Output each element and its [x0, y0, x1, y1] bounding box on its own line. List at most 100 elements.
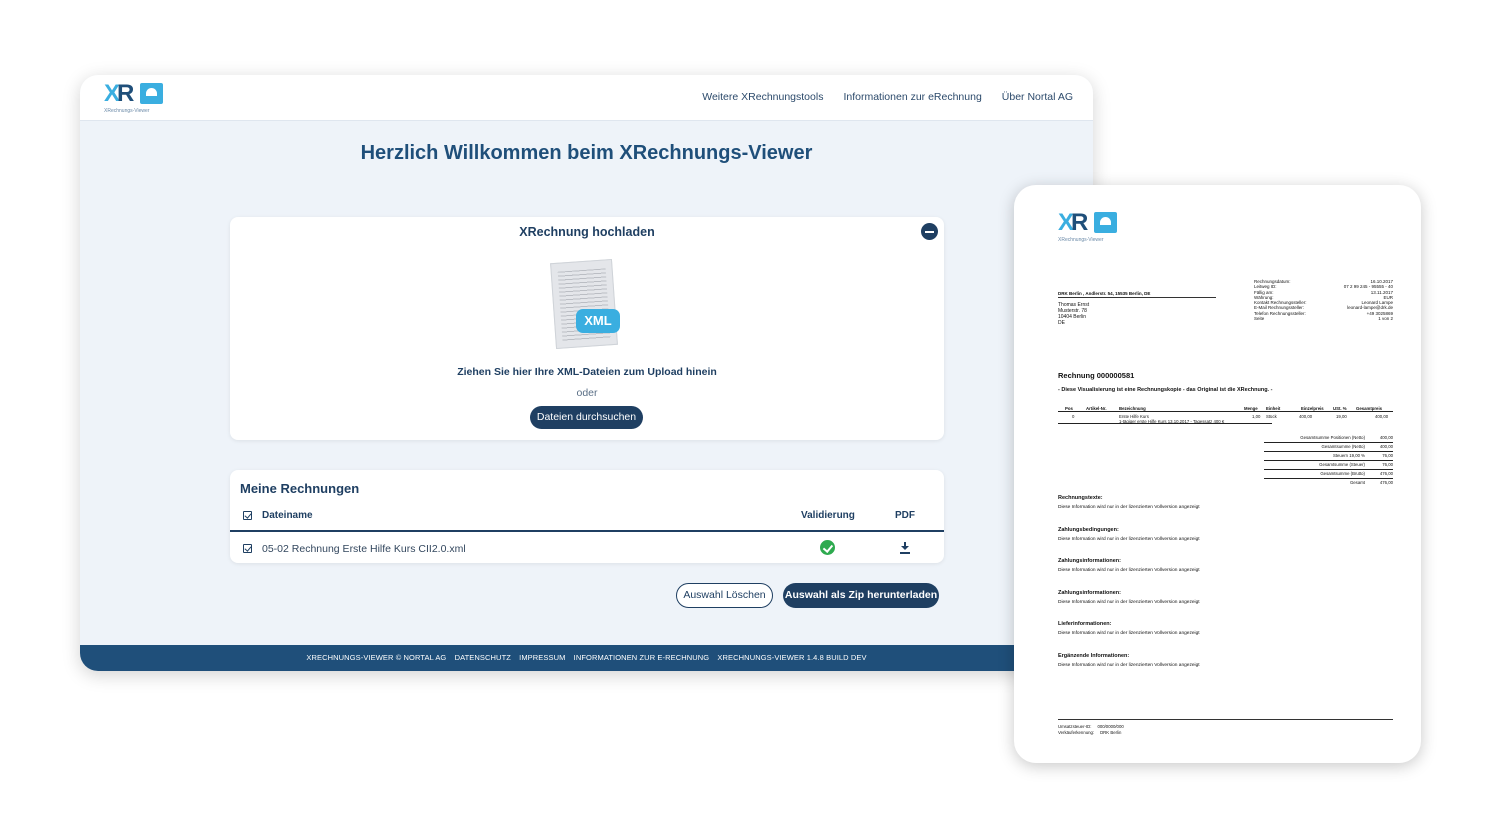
- section-text: Diese Information wird nur in der lizenz…: [1058, 568, 1200, 573]
- section-text: Diese Information wird nur in der lizenz…: [1058, 662, 1200, 668]
- logo-mark: XR: [1058, 209, 1088, 236]
- row-checkbox[interactable]: [243, 544, 252, 553]
- invoice-section: Ergänzende Informationen: Diese Informati…: [1058, 653, 1358, 685]
- col-unit: Einheit: [1266, 405, 1281, 411]
- upload-panel: XRechnung hochladen XML Ziehen Sie hier …: [230, 217, 944, 440]
- total-value: 76,00: [1382, 453, 1393, 458]
- download-zip-button[interactable]: Auswahl als Zip herunterladen: [783, 583, 939, 608]
- browse-files-button[interactable]: Dateien durchsuchen: [530, 406, 643, 429]
- meta-row: Seite 1 von 2: [1254, 316, 1393, 321]
- total-row: Gesamtsumme (Netto) 400,00: [1264, 443, 1393, 452]
- nav-erechnung-info[interactable]: Informationen zur eRechnung: [843, 91, 981, 103]
- top-nav: Weitere XRechnungstools Informationen zu…: [702, 91, 1073, 103]
- item-unit-price: 400,00: [1299, 413, 1313, 419]
- section-heading: Lieferinformationen:: [1058, 621, 1112, 627]
- select-all-checkbox[interactable]: [243, 511, 252, 520]
- invoice-footer: Umsatzsteuer-ID: 000/0000/000 Verkäuferke…: [1058, 719, 1393, 735]
- or-text: oder: [576, 387, 598, 399]
- footer-version: XRECHNUNGS-VIEWER 1.4.8 BUILD DEV: [717, 653, 867, 662]
- total-label: Gesamt: [1349, 480, 1365, 485]
- col-total: Gesamtpreis: [1356, 405, 1383, 411]
- section-text: Diese Information wird nur in der lizenz…: [1058, 599, 1200, 605]
- section-text: Diese Information wird nur in der lizenz…: [1058, 505, 1200, 510]
- app-window: XR XRechnungs-Viewer Weitere XRechnungst…: [80, 75, 1093, 671]
- footer-value: DRK Berlin: [1100, 729, 1122, 735]
- item-total: 400,00: [1375, 413, 1389, 419]
- table-row[interactable]: 05-02 Rechnung Erste Hilfe Kurs CII2.0.x…: [230, 534, 944, 563]
- check-circle-icon: [820, 540, 835, 555]
- section-heading: Zahlungsinformationen:: [1058, 589, 1121, 596]
- total-label: Steuern 19,00 %: [1332, 453, 1365, 458]
- total-row: Steuern 19,00 % 76,00: [1264, 452, 1393, 461]
- header: XR XRechnungs-Viewer Weitere XRechnungst…: [80, 75, 1093, 121]
- footer-erechnung-info[interactable]: INFORMATIONEN ZUR E-RECHNUNG: [574, 653, 710, 662]
- footer: XRECHNUNGS-VIEWER © NORTAL AG DATENSCHUT…: [80, 645, 1093, 671]
- column-filename[interactable]: Dateiname: [262, 510, 313, 521]
- document-page: [550, 258, 618, 350]
- invoice-section: Zahlungsinformationen: Diese Information …: [1058, 590, 1358, 622]
- invoice-section: Rechnungstexte: Diese Information wird nu…: [1058, 495, 1358, 527]
- section-heading: Ergänzende Informationen:: [1058, 652, 1130, 659]
- invoice-totals: Gesamtsumme Positionen (Netto) 400,00 Ges…: [1264, 434, 1393, 488]
- section-heading: Rechnungstexte:: [1058, 495, 1103, 501]
- item-description: Erste Hilfe Kurs: [1119, 413, 1149, 419]
- meta-label: Seite: [1254, 316, 1265, 322]
- total-value: 76,00: [1382, 462, 1393, 467]
- invoice-meta: Rechnungsdatum: 16.10.2017 Leitweg ID: 07 …: [1254, 279, 1393, 321]
- nav-about-nortal[interactable]: Über Nortal AG: [1002, 91, 1073, 103]
- item-description-sub: 1-tägiger erste Hilfe Kurs 13.10.2017 - …: [1119, 419, 1225, 424]
- footer-datenschutz[interactable]: DATENSCHUTZ: [455, 653, 511, 662]
- col-pos: Pos: [1065, 405, 1073, 411]
- footer-row: Verkäuferkennung: DRK Berlin: [1058, 730, 1393, 736]
- invoice-title: Rechnung 000000581: [1058, 371, 1135, 380]
- col-vat: USt. %: [1333, 405, 1347, 411]
- total-label: Gesamtsumme Positionen (Netto): [1300, 435, 1365, 440]
- total-label: Gesamtsumme (Brutto): [1320, 471, 1365, 476]
- clear-selection-button[interactable]: Auswahl Löschen: [676, 583, 773, 608]
- nav-xrechnungstools[interactable]: Weitere XRechnungstools: [702, 91, 823, 103]
- download-icon[interactable]: [900, 542, 910, 554]
- total-value: 476,00: [1379, 471, 1393, 476]
- item-vat: 19,00: [1336, 413, 1347, 419]
- col-unit-price: Einzelpreis: [1301, 405, 1324, 411]
- col-article: Artikel-Nr.: [1086, 405, 1107, 411]
- footer-impressum[interactable]: IMPRESSUM: [519, 653, 565, 662]
- col-description: Bezeichnung: [1119, 405, 1146, 411]
- total-label: Gesamtsumme (Steuer): [1319, 462, 1365, 467]
- page-title: Herzlich Willkommen beim XRechnungs-View…: [360, 142, 813, 164]
- recipient-line: DE: [1058, 320, 1065, 326]
- total-value: 400,00: [1379, 444, 1393, 449]
- section-text: Diese Information wird nur in der lizenz…: [1058, 631, 1200, 636]
- collapse-minus-icon[interactable]: [921, 223, 938, 240]
- col-quantity: Menge: [1244, 405, 1258, 411]
- invoice-logo: XR XRechnungs-Viewer: [1058, 210, 1122, 248]
- total-value: 400,00: [1379, 435, 1393, 440]
- row-filename[interactable]: 05-02 Rechnung Erste Hilfe Kurs CII2.0.x…: [262, 543, 466, 555]
- invoices-panel: Meine Rechnungen Dateiname Validierung P…: [230, 470, 944, 563]
- xml-badge: XML: [576, 309, 620, 333]
- footer-label: Verkäuferkennung:: [1058, 729, 1095, 735]
- table-header: Dateiname Validierung PDF: [230, 506, 944, 532]
- column-validation[interactable]: Validierung: [801, 510, 855, 521]
- column-pdf[interactable]: PDF: [895, 510, 915, 521]
- section-text: Diese Information wird nur in der lizenz…: [1058, 536, 1200, 542]
- xr-logo[interactable]: XR XRechnungs-Viewer: [104, 81, 164, 117]
- section-heading: Zahlungsbedingungen:: [1058, 526, 1119, 533]
- footer-copyright: XRECHNUNGS-VIEWER © NORTAL AG: [306, 653, 447, 662]
- item-quantity: 1,00: [1252, 413, 1261, 419]
- logo-subtitle: XRechnungs-Viewer: [104, 108, 150, 114]
- logo-mark: XR: [104, 80, 134, 107]
- xml-document-icon: XML: [550, 257, 625, 350]
- invoice-section: Lieferinformationen: Diese Information wi…: [1058, 621, 1358, 653]
- invoice-items-table: Pos Artikel-Nr. Bezeichnung Menge Einhei…: [1058, 404, 1393, 424]
- dropzone-text[interactable]: Ziehen Sie hier Ihre XML-Dateien zum Upl…: [230, 366, 944, 378]
- total-row: Gesamt 476,00: [1264, 479, 1393, 488]
- total-row: Gesamtsumme Positionen (Netto) 400,00: [1264, 434, 1393, 443]
- items-header: Pos Artikel-Nr. Bezeichnung Menge Einhei…: [1058, 404, 1393, 412]
- sender-line: DRK Berlin , Andlerstr. 54, 15535 Berlin…: [1058, 291, 1216, 298]
- item-pos: 0: [1072, 413, 1075, 419]
- upload-title: XRechnung hochladen: [519, 225, 655, 239]
- invoice-item-row: 0 Erste Hilfe Kurs 1-tägiger erste Hilfe…: [1058, 412, 1277, 424]
- invoice-sections: Rechnungstexte: Diese Information wird nu…: [1058, 495, 1358, 684]
- total-row: Gesamtsumme (Brutto) 476,00: [1264, 470, 1393, 479]
